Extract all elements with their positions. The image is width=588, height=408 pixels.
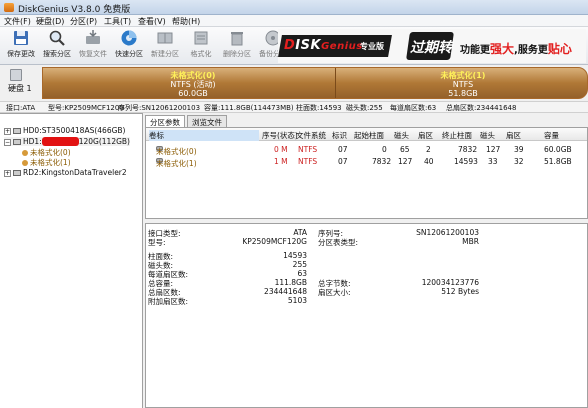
tree-rd2[interactable]: + RD2:KingstonDataTraveler2 bbox=[4, 168, 127, 177]
tab-browse-files[interactable]: 浏览文件 bbox=[187, 115, 227, 127]
partition-icon bbox=[22, 160, 28, 166]
col-start-sector[interactable]: 扇区 bbox=[418, 130, 433, 141]
ad-text: 功能更强大,服务更贴心 bbox=[460, 42, 572, 56]
menu-bar: 文件(F) 硬盘(D) 分区(P) 工具(T) 查看(V) 帮助(H) bbox=[0, 15, 588, 27]
delete-partition-button[interactable]: 删除分区 bbox=[218, 29, 256, 63]
window-title: DiskGenius V3.8.0 免费版 bbox=[18, 5, 131, 15]
value-total-sectors: 234441648 bbox=[264, 287, 307, 296]
menu-disk[interactable]: 硬盘(D) bbox=[36, 16, 64, 27]
col-volume[interactable]: 卷标 bbox=[149, 130, 259, 141]
table-row[interactable]: 未格式化(0) 0 M NTFS 07 0 65 2 7832 127 39 6… bbox=[146, 144, 587, 156]
partition-block-0[interactable]: 未格式化(0) NTFS (活动) 60.0GB bbox=[143, 71, 243, 98]
menu-tools[interactable]: 工具(T) bbox=[104, 16, 131, 27]
disk-tree: + HD0:ST3500418AS(466GB) − HD1:KP2509M120G… bbox=[0, 113, 143, 408]
ad-banner[interactable]: DISKGenius 专业版 过期转 功能更强大,服务更贴心 bbox=[278, 29, 586, 63]
tree-hd1[interactable]: − HD1:KP2509M120G(112GB) bbox=[4, 137, 130, 146]
save-icon bbox=[14, 31, 28, 45]
menu-help[interactable]: 帮助(H) bbox=[172, 16, 200, 27]
tree-partition-1[interactable]: 未格式化(1) bbox=[22, 157, 71, 168]
brand-logo: DISKGenius bbox=[284, 38, 363, 53]
expand-icon[interactable]: + bbox=[4, 169, 11, 177]
col-index[interactable]: 序号(状态) bbox=[262, 130, 298, 141]
quick-partition-button[interactable]: 快速分区 bbox=[110, 29, 148, 63]
info-serial: 序列号:SN12061200103 bbox=[118, 104, 201, 112]
tab-bar: 分区参数 浏览文件 bbox=[143, 115, 588, 128]
main-pane: 分区参数 浏览文件 卷标 序号(状态) 文件系统 标识 起始柱面 磁头 扇区 终… bbox=[143, 113, 588, 408]
disk-label: 硬盘 1 bbox=[8, 84, 32, 93]
disk-details: 接口类型: ATA 型号: KP2509MCF120G 序列号: SN12061… bbox=[145, 223, 588, 408]
disk-info-bar: 接口:ATA 型号:KP2509MCF120G 序列号:SN1206120010… bbox=[0, 101, 588, 113]
recover-icon bbox=[86, 30, 100, 44]
value-extra-sectors: 5103 bbox=[287, 296, 307, 305]
save-changes-button[interactable]: 保存更改 bbox=[2, 29, 40, 63]
label-model: 型号: bbox=[148, 238, 166, 247]
col-capacity[interactable]: 容量 bbox=[544, 130, 559, 141]
app-icon bbox=[4, 3, 14, 12]
search-partition-button[interactable]: 搜索分区 bbox=[38, 29, 76, 63]
recover-files-button[interactable]: 恢复文件 bbox=[74, 29, 112, 63]
brand-edition: 专业版 bbox=[360, 42, 384, 51]
value-total-capacity: 111.8GB bbox=[274, 278, 307, 287]
partition-table: 卷标 序号(状态) 文件系统 标识 起始柱面 磁头 扇区 终止柱面 磁头 扇区 … bbox=[145, 127, 588, 219]
value-serial: SN12061200103 bbox=[416, 228, 479, 237]
col-start-cyl[interactable]: 起始柱面 bbox=[354, 130, 384, 141]
menu-file[interactable]: 文件(F) bbox=[4, 16, 31, 27]
title-bar: DiskGenius V3.8.0 免费版 bbox=[0, 0, 588, 15]
slogan-text: 过期转 bbox=[410, 40, 452, 56]
usb-drive-icon bbox=[13, 170, 21, 176]
col-end-cyl[interactable]: 终止柱面 bbox=[442, 130, 472, 141]
col-end-sector[interactable]: 扇区 bbox=[506, 130, 521, 141]
hard-disk-icon bbox=[10, 69, 22, 81]
col-end-head[interactable]: 磁头 bbox=[480, 130, 495, 141]
delete-icon bbox=[231, 32, 243, 46]
hard-disk-icon bbox=[13, 128, 21, 134]
value-model: KP2509MCF120G bbox=[242, 237, 307, 246]
value-partition-table-type: MBR bbox=[462, 237, 479, 246]
quick-partition-icon bbox=[121, 30, 137, 46]
tree-hd0[interactable]: + HD0:ST3500418AS(466GB) bbox=[4, 126, 125, 135]
new-partition-button[interactable]: 新建分区 bbox=[146, 29, 184, 63]
col-start-head[interactable]: 磁头 bbox=[394, 130, 409, 141]
label-sector-size: 扇区大小: bbox=[318, 288, 351, 297]
menu-view[interactable]: 查看(V) bbox=[138, 16, 166, 27]
partition-bar[interactable]: 未格式化(0) NTFS (活动) 60.0GB 未格式化(1) NTFS 51… bbox=[42, 67, 588, 99]
search-icon bbox=[49, 30, 65, 46]
col-filesystem[interactable]: 文件系统 bbox=[296, 130, 326, 141]
value-sectors-per-track: 63 bbox=[297, 269, 307, 278]
info-capacity: 容量:111.8GB(114473MB) bbox=[204, 104, 294, 112]
info-model: 型号:KP2509MCF120G bbox=[48, 104, 125, 112]
table-row[interactable]: 未格式化(1) 1 M NTFS 07 7832 127 40 14593 33… bbox=[146, 156, 587, 168]
redaction-mark: KP2509M bbox=[41, 137, 79, 146]
menu-partition[interactable]: 分区(P) bbox=[70, 16, 97, 27]
label-extra-sectors: 附加扇区数: bbox=[148, 297, 189, 306]
format-icon bbox=[194, 31, 208, 45]
value-total-bytes: 120034123776 bbox=[421, 278, 479, 287]
disk-map: 硬盘 1 未格式化(0) NTFS (活动) 60.0GB 未格式化(1) NT… bbox=[0, 65, 588, 101]
format-button[interactable]: 格式化 bbox=[182, 29, 220, 63]
expand-icon[interactable]: + bbox=[4, 127, 11, 135]
partition-block-1[interactable]: 未格式化(1) NTFS 51.8GB bbox=[413, 71, 513, 98]
value-sector-size: 512 Bytes bbox=[441, 287, 479, 296]
value-interface-type: ATA bbox=[293, 228, 307, 237]
collapse-icon[interactable]: − bbox=[4, 138, 11, 146]
partition-divider bbox=[335, 68, 336, 98]
info-heads: 磁头数:255 bbox=[346, 104, 383, 112]
value-heads: 255 bbox=[292, 260, 307, 269]
table-header: 卷标 序号(状态) 文件系统 标识 起始柱面 磁头 扇区 终止柱面 磁头 扇区 … bbox=[146, 128, 587, 141]
value-cylinders: 14593 bbox=[283, 251, 307, 260]
info-total-sectors: 总扇区数:234441648 bbox=[446, 104, 517, 112]
partition-icon bbox=[22, 150, 28, 156]
new-partition-icon bbox=[157, 32, 173, 44]
hard-disk-icon bbox=[13, 139, 21, 145]
label-partition-table-type: 分区表类型: bbox=[318, 238, 359, 247]
col-id[interactable]: 标识 bbox=[332, 130, 347, 141]
info-interface: 接口:ATA bbox=[6, 104, 36, 112]
info-sectors-per-track: 每道扇区数:63 bbox=[390, 104, 437, 112]
info-cylinders: 柱面数:14593 bbox=[296, 104, 342, 112]
